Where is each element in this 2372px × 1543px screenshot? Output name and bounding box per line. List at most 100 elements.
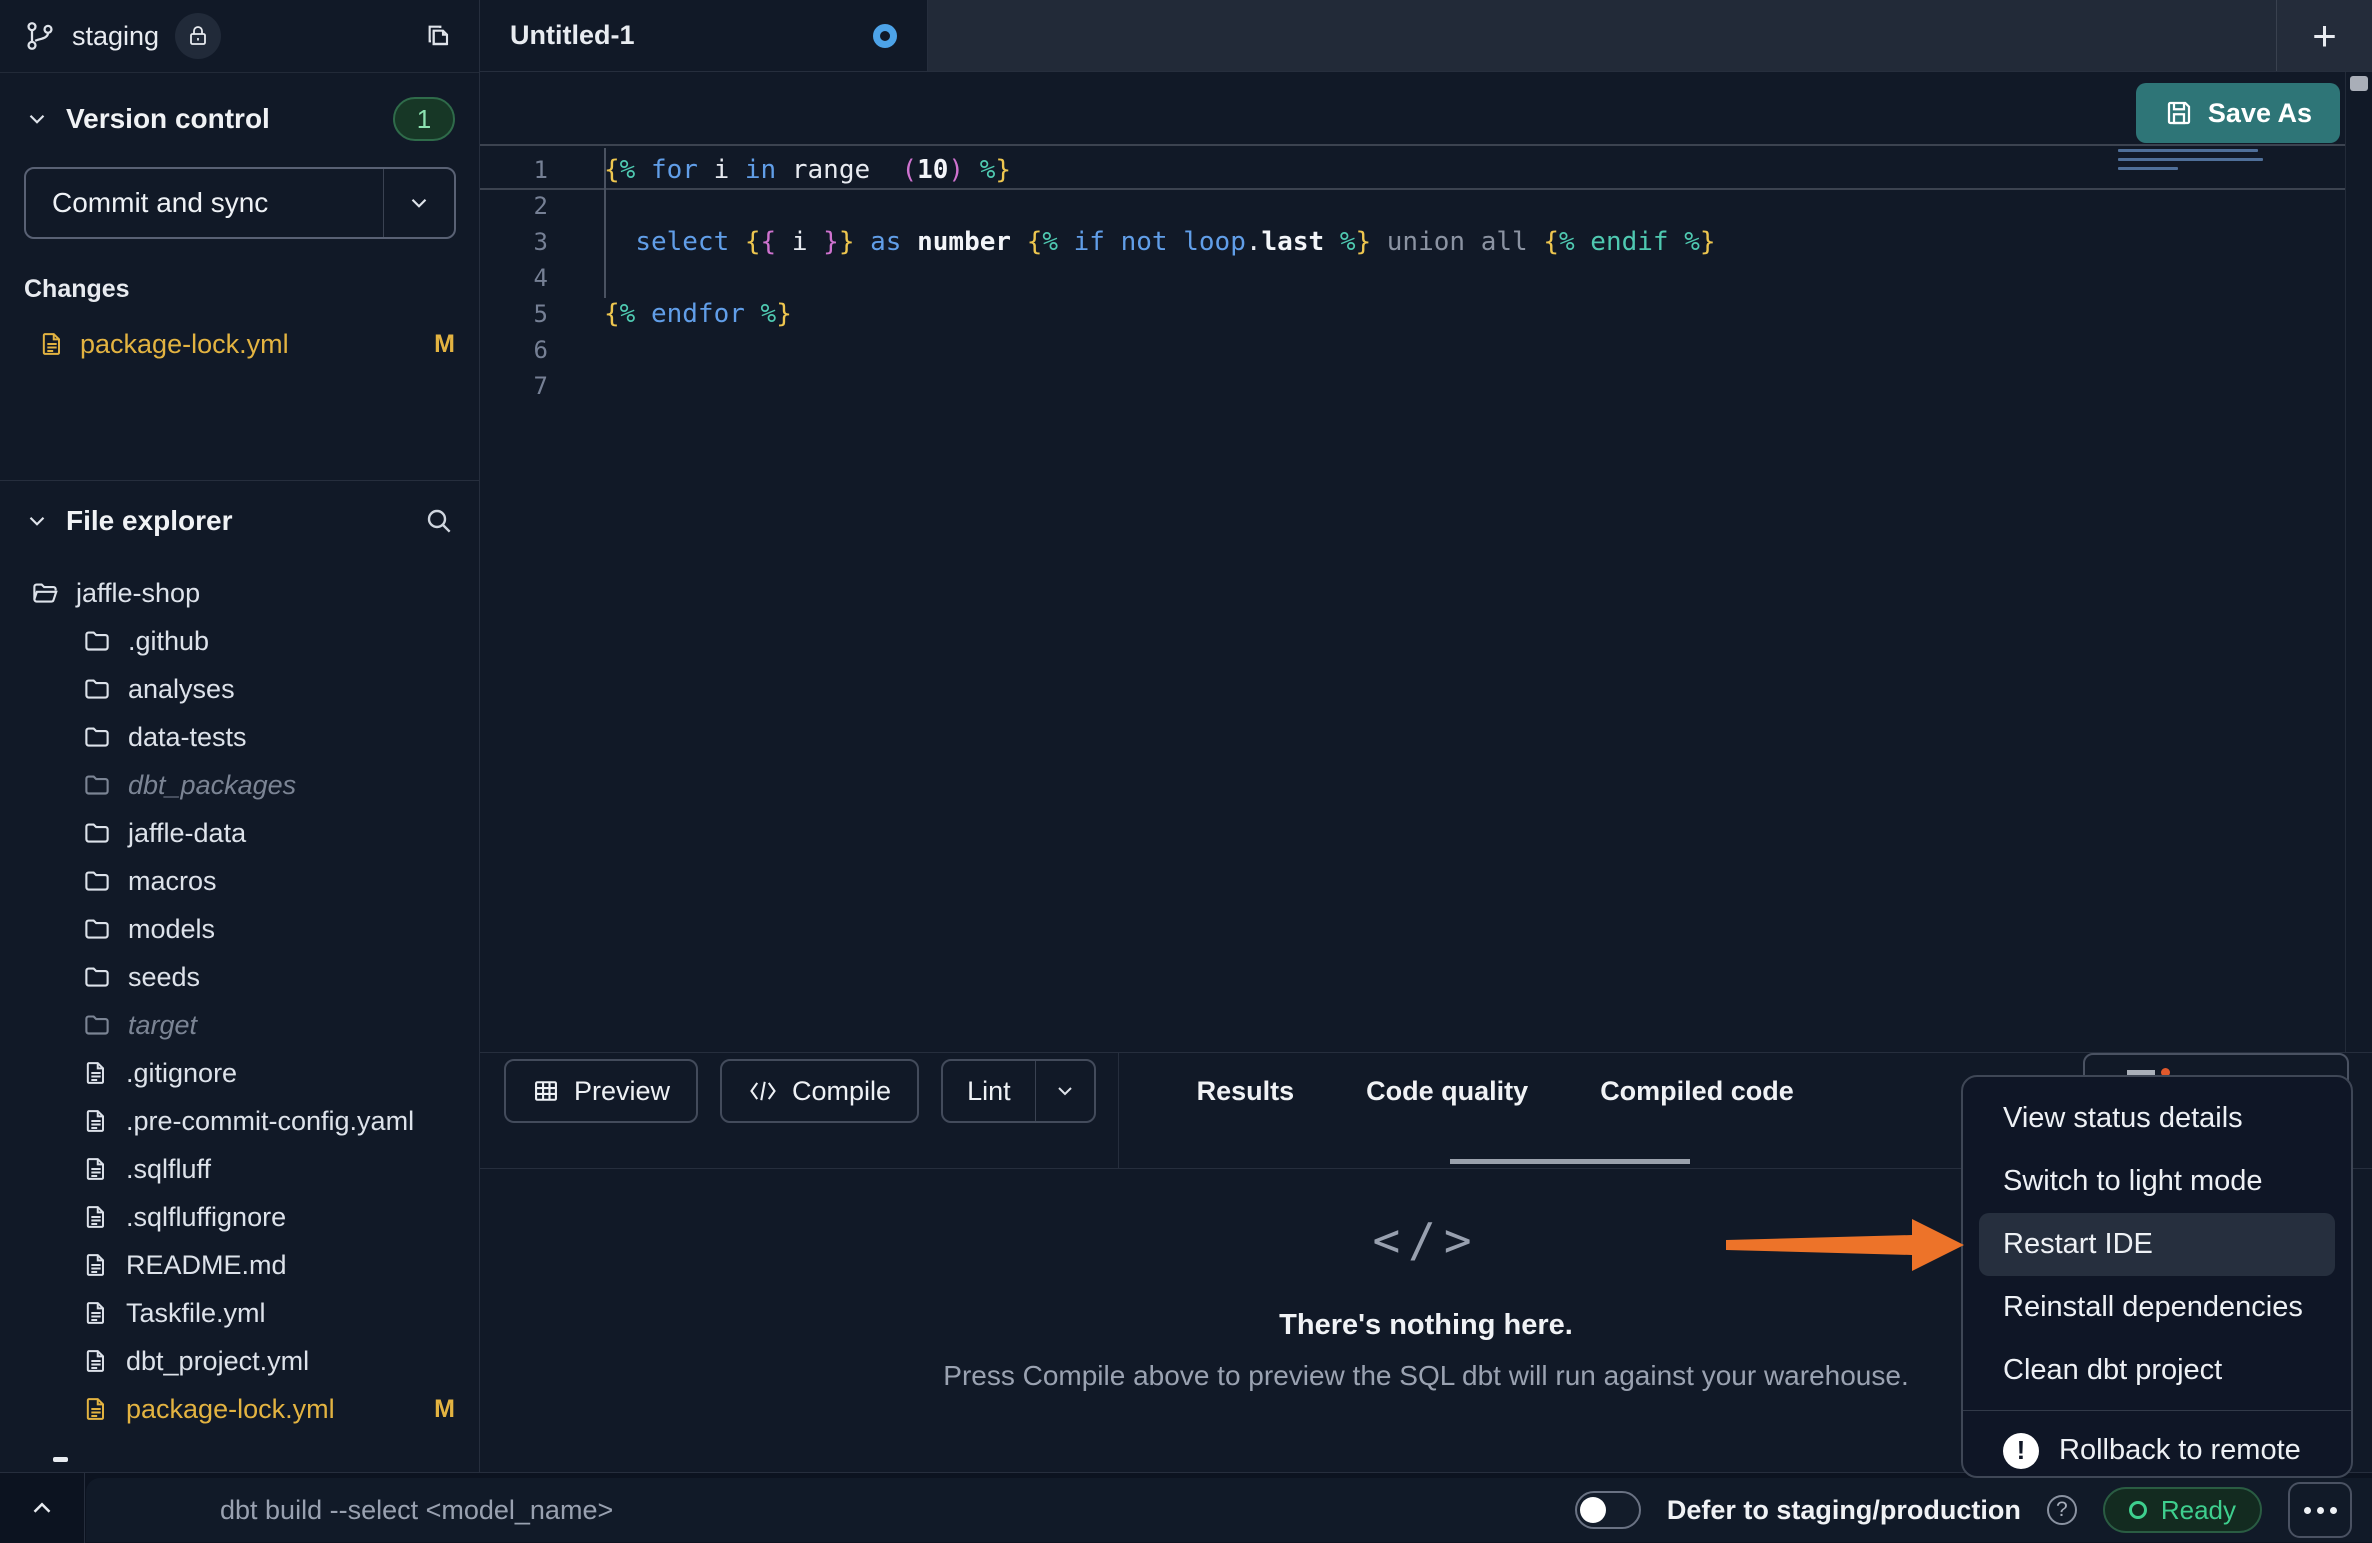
save-as-label: Save As [2208,98,2312,129]
tab-untitled-1[interactable]: Untitled-1 [480,0,928,71]
commit-and-sync-label: Commit and sync [26,187,268,219]
file-tree-item[interactable]: dbt_packages [0,761,479,809]
menu-item-label: Reinstall dependencies [2003,1291,2303,1324]
file-tree-item[interactable]: .pre-commit-config.yaml [0,1097,479,1145]
file-tree-item[interactable]: .sqlfluff [0,1145,479,1193]
panel-tab-code-quality[interactable]: Code quality [1330,1076,1564,1107]
file-search-button[interactable] [423,505,455,537]
menu-item-restart-ide[interactable]: Restart IDE [1979,1213,2335,1276]
defer-toggle[interactable] [1575,1491,1641,1529]
panel-tab-compiled-code[interactable]: Compiled code [1564,1076,1830,1107]
help-icon[interactable]: ? [2047,1495,2077,1525]
new-tab-button[interactable]: + [2276,0,2372,71]
panel-tab-results[interactable]: Results [1161,1076,1331,1107]
chevron-down-icon [24,508,50,534]
file-tree-label: jaffle-shop [76,578,200,609]
code-editor[interactable]: Save As 1{% for i in range (10) %} 2 3 sel… [480,72,2372,1052]
status-ready-button[interactable]: Ready [2103,1487,2262,1533]
file-tree-label: seeds [128,962,200,993]
file-tree-item[interactable]: data-tests [0,713,479,761]
file-tree-item[interactable]: Taskfile.yml [0,1289,479,1337]
command-input[interactable]: dbt build --select <model_name> [220,1495,613,1526]
file-tree: jaffle-shop.githubanalysesdata-testsdbt_… [0,569,479,1433]
file-tree-item[interactable]: seeds [0,953,479,1001]
folder-icon [82,866,112,896]
chevron-down-icon [406,190,432,216]
copy-branch-button[interactable] [423,20,455,52]
file-tree-item[interactable]: models [0,905,479,953]
file-tree-item[interactable]: .sqlfluffignore [0,1193,479,1241]
file-tree-label: .github [128,626,209,657]
file-tree-item[interactable]: target [0,1001,479,1049]
code-line[interactable]: 4 [480,260,2332,296]
preview-button[interactable]: Preview [504,1059,698,1123]
line-number: 2 [480,192,576,220]
code-line[interactable]: 2 [480,188,2332,224]
file-tree-item[interactable]: package-lock.ymlM [0,1385,479,1433]
minimap[interactable] [2118,149,2268,176]
menu-item-label: Rollback to remote [2059,1434,2301,1467]
file-tree-item[interactable]: jaffle-data [0,809,479,857]
file-tree-label: .gitignore [126,1058,237,1089]
folder-icon [82,914,112,944]
file-icon [82,1058,110,1088]
menu-item-reinstall-dependencies[interactable]: Reinstall dependencies [1963,1276,2351,1339]
file-tree-label: .pre-commit-config.yaml [126,1106,414,1137]
folder-icon [82,770,112,800]
file-tree-item[interactable]: .github [0,617,479,665]
annotation-arrow [1726,1214,1966,1276]
code-lines[interactable]: 1{% for i in range (10) %} 2 3 select {{ i… [480,152,2332,404]
file-tree-item[interactable]: README.md [0,1241,479,1289]
line-number: 1 [480,156,576,184]
code-line[interactable]: 5{% endfor %} [480,296,2332,332]
file-tree-label: target [128,1010,197,1041]
file-tree-item[interactable]: jaffle-shop [0,569,479,617]
menu-item-rollback-to-remote[interactable]: ! Rollback to remote [1963,1419,2351,1478]
scrollbar-thumb[interactable] [2350,76,2368,91]
exclamation-icon: ! [2003,1433,2039,1469]
line-number: 3 [480,228,576,256]
code-line[interactable]: 7 [480,368,2332,404]
code-line[interactable]: 1{% for i in range (10) %} [480,152,2332,188]
commit-options-toggle[interactable] [383,169,454,237]
menu-item-clean-dbt-project[interactable]: Clean dbt project [1963,1339,2351,1402]
file-tree-label: README.md [126,1250,287,1281]
file-tree-item[interactable]: macros [0,857,479,905]
line-number: 7 [480,372,576,400]
file-explorer-header[interactable]: File explorer [0,497,479,545]
changed-file-row[interactable]: package-lock.ymlM [0,320,479,368]
folder-icon [82,962,112,992]
folder-open-icon [30,578,60,608]
file-icon [82,1394,110,1424]
changes-count-badge: 1 [393,97,455,141]
menu-item-label: Clean dbt project [2003,1354,2222,1387]
file-tree-item[interactable]: dbt_project.yml [0,1337,479,1385]
menu-item-switch-to-light-mode[interactable]: Switch to light mode [1963,1150,2351,1213]
panel-tabs: ResultsCode qualityCompiled code [1161,1059,1830,1123]
editor-tab-strip: Untitled-1 + [480,0,2372,72]
file-icon [38,329,66,359]
file-icon [82,1106,110,1136]
commit-and-sync-button[interactable]: Commit and sync [24,167,456,239]
lint-options-toggle[interactable] [1035,1061,1094,1121]
command-bar: dbt build --select <model_name> Defer to… [0,1472,2372,1542]
save-as-button[interactable]: Save As [2136,83,2340,143]
compile-button[interactable]: Compile [720,1059,919,1123]
collapse-command-bar-button[interactable] [0,1473,84,1543]
editor-scrollbar[interactable] [2345,72,2372,1052]
file-tree-item[interactable]: .gitignore [0,1049,479,1097]
status-ready-label: Ready [2161,1495,2236,1526]
folder-icon [82,674,112,704]
lint-button[interactable]: Lint [941,1059,1096,1123]
branch-name[interactable]: staging [72,21,159,52]
more-options-button[interactable] [2288,1482,2352,1538]
tab-title: Untitled-1 [510,20,635,51]
code-line[interactable]: 3 select {{ i }} as number {% if not loo… [480,224,2332,260]
version-control-header[interactable]: Version control 1 [0,95,479,143]
code-line[interactable]: 6 [480,332,2332,368]
file-tree-item[interactable]: analyses [0,665,479,713]
menu-item-view-status-details[interactable]: View status details [1963,1087,2351,1150]
file-tree-label: dbt_project.yml [126,1346,309,1377]
toolbar-divider [1118,1053,1119,1168]
folder-icon [82,818,112,848]
